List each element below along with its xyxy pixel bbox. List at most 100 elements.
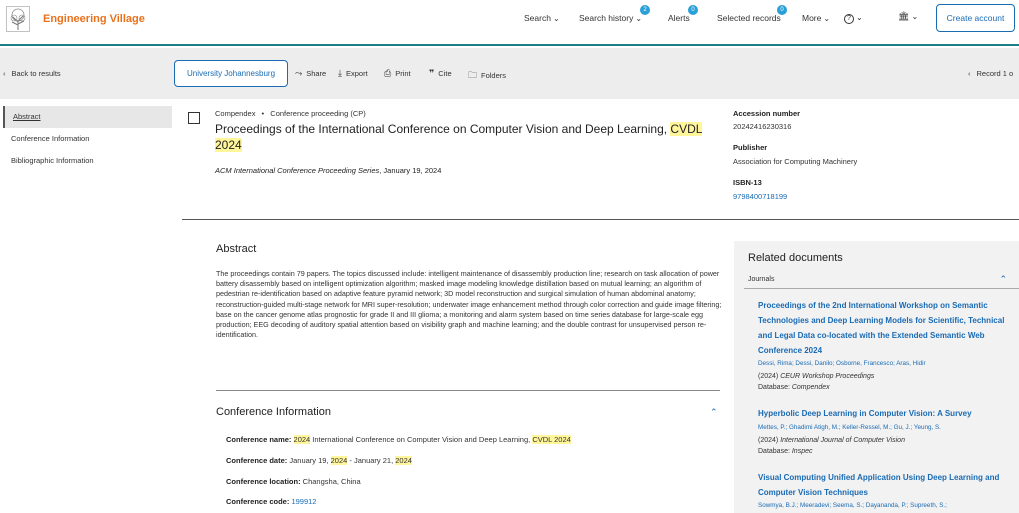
series-info: ACM International Conference Proceeding … [215,166,441,175]
record-title: Proceedings of the International Confere… [215,121,715,153]
sidenav-abstract[interactable]: Abstract [3,106,172,128]
isbn-label: ISBN-13 [733,178,762,187]
accession-label: Accession number [733,109,801,118]
conference-location-row: Conference location: Changsha, China [226,477,361,486]
record-toolbar: ‹ Back to results University Johannesburg… [0,48,1019,99]
selected-records-badge: 0 [777,5,787,15]
related-doc-journal: CEUR Workshop Proceedings [780,373,875,380]
print-icon: ⎙ [384,68,392,78]
sidenav-bibliographic-information[interactable]: Bibliographic Information [3,150,172,172]
institution-icon: 🏛 [898,11,910,21]
related-section-journals: Journals [748,276,775,283]
record-meta: Compendex • Conference proceeding (CP) [215,109,366,118]
record-navigation[interactable]: ‹ Record 1 o [968,69,1013,78]
chevron-down-icon: ⌄ [911,12,919,21]
related-divider [744,288,1019,289]
related-doc-authors[interactable]: Sowmya, B.J.; Meeradevi; Seema, S.; Daya… [758,502,1013,509]
chevron-up-icon[interactable]: ⌃ [710,407,718,418]
conference-date-row: Conference date: January 19, 2024 - Janu… [226,456,412,465]
conference-location-value: Changsha, China [300,477,361,486]
select-record-checkbox[interactable] [188,112,200,124]
highlight-year: 2024 [330,456,348,465]
database-name: Compendex [215,109,256,118]
institution-menu[interactable]: 🏛 ⌄ [898,11,918,22]
abstract-divider [216,390,720,391]
abstract-heading: Abstract [216,243,257,255]
title-highlight-year: 2024 [215,138,242,152]
related-doc-authors[interactable]: Mettes, P.; Ghadimi Atigh, M.; Keller-Re… [758,424,1013,431]
help-menu[interactable]: ? ⌄ [844,12,863,24]
nav-search[interactable]: Search ⌄ [524,13,560,23]
elsevier-tree-logo[interactable] [6,6,30,32]
dot-separator: • [261,109,265,118]
chevron-up-icon[interactable]: ⌃ [999,274,1007,285]
chevron-left-icon: ‹ [968,69,971,78]
cite-label: Cite [438,69,452,78]
sidenav-conference-information[interactable]: Conference Information [3,128,172,150]
institution-access-button[interactable]: University Johannesburg [174,60,288,87]
folder-add-icon: 🗀 [468,70,478,80]
related-doc-database: Database: Compendex [758,384,830,391]
database-label: Database: [758,384,792,391]
chevron-down-icon: ⌄ [823,14,831,23]
nav-search-history-label: Search history [579,13,634,23]
related-doc-year: (2024) [758,373,781,380]
share-icon: ⤳ [295,68,303,78]
folders-label: Folders [481,71,507,80]
accession-value: 20242416230316 [733,122,792,131]
quote-icon: ❞ [429,68,435,78]
chevron-down-icon: ⌄ [635,14,643,23]
isbn-link[interactable]: 9798400718199 [733,192,787,201]
conference-code-row: Conference code: 199912 [226,497,316,506]
related-doc-authors[interactable]: Dessi, Rima; Dessi, Danilo; Osborne, Fra… [758,360,1013,367]
nav-search-label: Search [524,13,551,23]
date-end: - January 21, [347,456,396,465]
nav-alerts[interactable]: Alerts [668,13,690,23]
date-start: January 19, [287,456,331,465]
conference-code-label: Conference code: [226,497,290,506]
cite-button[interactable]: ❞ Cite [429,68,452,79]
search-history-badge: 2 [640,5,650,15]
chevron-down-icon: ⌄ [856,13,863,22]
conference-code-link[interactable]: 199912 [291,497,316,506]
publisher-label: Publisher [733,143,768,152]
nav-search-history[interactable]: Search history ⌄ [579,13,642,23]
related-doc-title[interactable]: Hyperbolic Deep Learning in Computer Vis… [758,406,1008,421]
brand-name[interactable]: Engineering Village [43,13,145,25]
share-label: Share [306,69,327,78]
related-doc-year: (2024) [758,437,781,444]
conference-heading: Conference Information [216,406,331,418]
export-button[interactable]: ⤓ Export [338,68,368,79]
back-to-results-link[interactable]: ‹ Back to results [3,69,61,78]
title-highlight-cvdl: CVDL [670,122,702,136]
help-icon: ? [844,14,854,24]
database-label: Database: [758,448,792,455]
conference-name-row: Conference name: 2024 International Conf… [226,435,571,444]
conference-name-text: International Conference on Computer Vis… [310,435,533,444]
related-doc-database: Database: Inspec [758,448,812,455]
related-doc-title[interactable]: Visual Computing Unified Application Usi… [758,470,1008,500]
create-account-button[interactable]: Create account [936,4,1015,32]
related-doc-source: (2024) CEUR Workshop Proceedings [758,373,874,380]
nav-selected-records[interactable]: Selected records [717,13,781,23]
database-name: Inspec [791,448,813,455]
related-doc-title[interactable]: Proceedings of the 2nd International Wor… [758,298,1008,358]
export-icon: ⤓ [338,68,342,78]
highlight-year: 2024 [293,435,311,444]
conference-location-label: Conference location: [226,477,301,486]
share-button[interactable]: ⤳ Share [295,68,326,79]
back-label: Back to results [11,69,61,78]
nav-more[interactable]: More ⌄ [802,13,830,23]
header-divider [182,219,1019,220]
highlight-year: 2024 [395,456,412,465]
folders-button[interactable]: 🗀 Folders [468,68,506,84]
chevron-down-icon: ⌄ [552,14,560,23]
print-button[interactable]: ⎙ Print [384,68,411,79]
series-date: , January 19, 2024 [379,166,442,175]
database-name: Compendex [791,384,830,391]
print-label: Print [395,69,411,78]
related-heading: Related documents [748,252,843,264]
related-doc-source: (2024) International Journal of Computer… [758,437,905,444]
chevron-left-icon: ‹ [3,69,6,78]
conference-date-label: Conference date: [226,456,288,465]
